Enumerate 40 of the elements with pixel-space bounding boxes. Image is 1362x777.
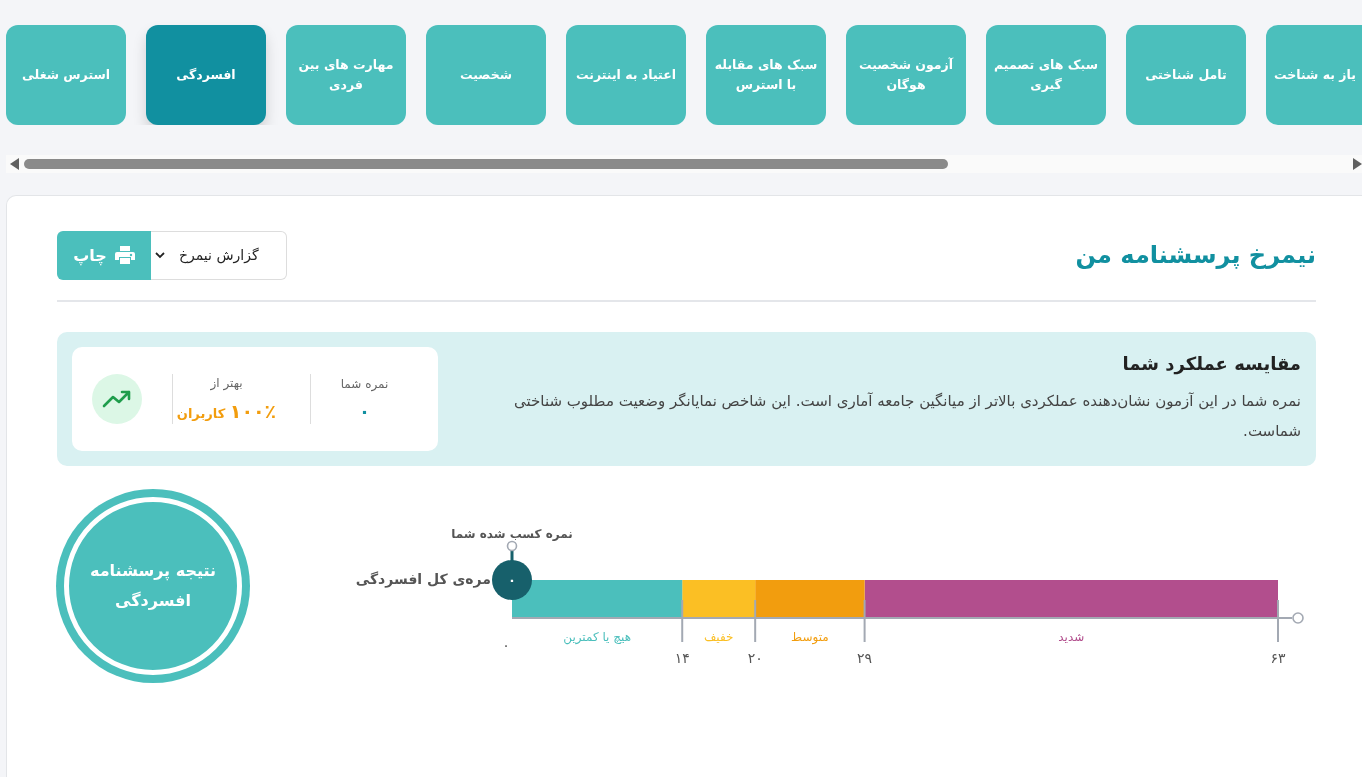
print-button[interactable]: چاپ bbox=[57, 230, 151, 280]
tab[interactable]: مهارت های بین فردی bbox=[286, 25, 406, 125]
tab[interactable]: شخصیت bbox=[426, 25, 546, 125]
tick-label: ۱۴ bbox=[674, 650, 690, 666]
tab[interactable]: آزمون شخصیت هوگان bbox=[846, 25, 966, 125]
score-marker bbox=[492, 540, 532, 600]
tick-label: ۲۹ bbox=[857, 650, 873, 666]
tab[interactable]: سبک های تصمیم گیری bbox=[986, 25, 1106, 125]
tab[interactable]: یاز به شناخت bbox=[1266, 25, 1362, 125]
segment-label: خفیف bbox=[703, 630, 734, 644]
select-value: گزارش نیمرخ bbox=[179, 247, 259, 263]
score-value: ۰ bbox=[359, 400, 370, 422]
marker-caption: نمره کسب شده شما bbox=[451, 527, 573, 541]
comparison-title: مقایسه عملکرد شما bbox=[1121, 352, 1301, 374]
scrollbar-thumb[interactable] bbox=[24, 159, 948, 169]
page-title: نیمرخ پرسشنامه من bbox=[1075, 241, 1316, 269]
tick-label: ۲۰ bbox=[747, 650, 763, 666]
tick-label: ۰ bbox=[502, 637, 510, 653]
scroll-right-icon[interactable] bbox=[1352, 158, 1362, 170]
scrollbar[interactable] bbox=[6, 155, 1362, 173]
tab[interactable]: تامل شناختی bbox=[1126, 25, 1246, 125]
comparison-description: نمره شما در این آزمون نشان‌دهنده عملکردی بالاتر از میانگین جامعه آماری است. این شاخص نمایانگر وضعیت مطلوب شناختی شماست. bbox=[513, 390, 1301, 442]
tab[interactable]: اعتیاد به اینترنت bbox=[566, 25, 686, 125]
better-than-label: بهتر از bbox=[210, 376, 243, 390]
trend-up-icon bbox=[92, 374, 142, 424]
tab[interactable]: سبک های مقابله با استرس bbox=[706, 25, 826, 125]
tab[interactable]: افسردگی bbox=[146, 25, 266, 125]
chevron-down-icon bbox=[155, 251, 165, 259]
tab[interactable]: استرس شغلی bbox=[6, 25, 126, 125]
segment-label: متوسط bbox=[791, 630, 829, 644]
segment-label: شدید bbox=[1058, 630, 1085, 644]
tick-label: ۶۳ bbox=[1270, 650, 1286, 666]
printer-icon bbox=[114, 246, 135, 264]
score-label: نمره شما bbox=[340, 376, 389, 391]
report-select[interactable]: گزارش نیمرخ bbox=[151, 230, 287, 280]
scale-label: مره‌ی کل افسردگی bbox=[355, 571, 491, 587]
scroll-left-icon[interactable] bbox=[10, 158, 20, 170]
better-than-value: ۱۰۰٪ کاربران bbox=[176, 400, 277, 422]
segment-label: هیچ یا کمترین bbox=[563, 630, 631, 644]
marker-value: ۰ bbox=[508, 573, 516, 588]
